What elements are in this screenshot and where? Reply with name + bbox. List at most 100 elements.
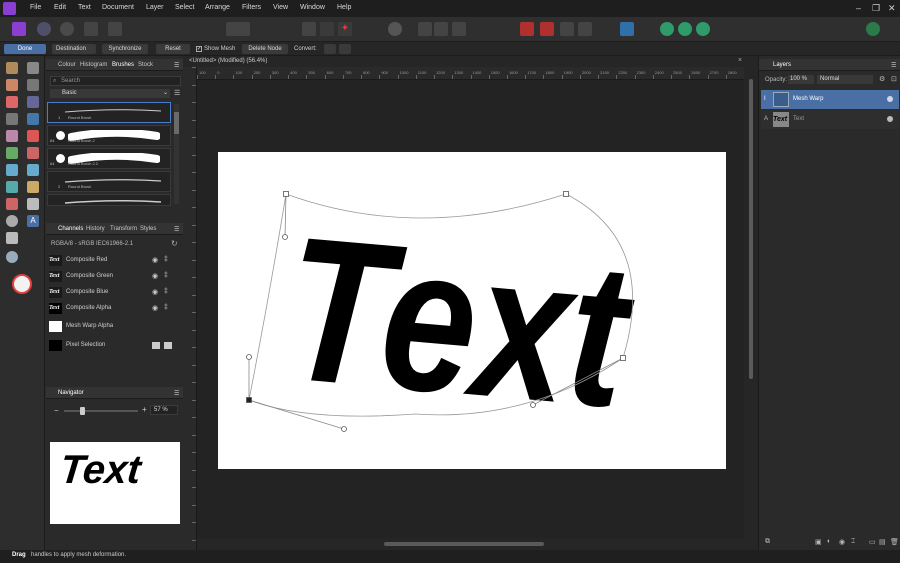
assistant-icon[interactable]: [388, 22, 402, 36]
mesh-handle[interactable]: [246, 354, 252, 360]
tab-histogram[interactable]: Histogram: [80, 62, 107, 68]
menu-window[interactable]: Window: [300, 4, 325, 11]
tab-history[interactable]: History: [86, 226, 105, 232]
panel-menu-icon[interactable]: ☰: [891, 62, 896, 69]
healing-brush-icon[interactable]: [6, 181, 18, 193]
brush-menu-icon[interactable]: ☰: [174, 89, 180, 97]
zoom-in-icon[interactable]: +: [142, 405, 147, 414]
delete-node-button[interactable]: Delete Node: [242, 44, 288, 54]
opacity-dropdown[interactable]: 100 %: [788, 75, 814, 84]
arrange-icon[interactable]: [560, 22, 574, 36]
channel-row[interactable]: Text Composite Blue ◉ ‡: [46, 285, 183, 301]
align-left-icon[interactable]: [418, 22, 432, 36]
mesh-node[interactable]: [563, 191, 569, 197]
eye-icon[interactable]: ◉: [152, 288, 158, 296]
panel-menu-icon[interactable]: ☰: [174, 62, 179, 69]
channel-row[interactable]: Mesh Warp Alpha: [46, 319, 183, 335]
menu-arrange[interactable]: Arrange: [205, 4, 230, 11]
layer-row-mesh-warp[interactable]: I Mesh Warp: [761, 90, 899, 109]
artwork-text[interactable]: Text: [277, 193, 642, 451]
marquee-tool-icon[interactable]: [6, 113, 18, 125]
gear-icon[interactable]: ⚙: [879, 75, 885, 83]
menu-select[interactable]: Select: [175, 4, 194, 11]
boolean-subtract-icon[interactable]: [678, 22, 692, 36]
synchronize-button[interactable]: Synchronize: [102, 44, 148, 54]
tab-styles[interactable]: Styles: [140, 226, 156, 232]
tab-brushes[interactable]: Brushes: [112, 62, 134, 68]
crop-tool-icon[interactable]: [27, 79, 39, 91]
node-tool-icon[interactable]: [27, 198, 39, 210]
destination-dropdown[interactable]: Destination: [52, 44, 96, 54]
selection-icon[interactable]: [152, 342, 160, 349]
show-mesh-checkbox[interactable]: ✓: [196, 46, 202, 52]
channel-options-icon[interactable]: ‡: [164, 288, 168, 295]
brushes-scrollbar[interactable]: [174, 104, 179, 204]
export-persona-icon[interactable]: [108, 22, 122, 36]
layer-visibility-icon[interactable]: [887, 116, 893, 122]
blend-mode-dropdown[interactable]: Normal: [817, 75, 873, 84]
paint-brush-icon[interactable]: [27, 130, 39, 142]
quick-mask-dropdown[interactable]: [226, 22, 250, 36]
minimize-icon[interactable]: –: [856, 3, 861, 13]
brush-item[interactable]: 64 Round Brush 2.2: [47, 148, 171, 169]
add-layer-icon[interactable]: ▤: [879, 538, 886, 546]
channel-options-icon[interactable]: ‡: [164, 256, 168, 263]
close-icon[interactable]: ✕: [888, 3, 896, 14]
menu-edit[interactable]: Edit: [54, 4, 66, 11]
menu-document[interactable]: Document: [102, 4, 134, 11]
mesh-handle[interactable]: [341, 426, 347, 432]
menu-view[interactable]: View: [273, 4, 288, 11]
eye-icon[interactable]: ◉: [152, 256, 158, 264]
channel-row[interactable]: Text Composite Green ◉ ‡: [46, 269, 183, 285]
transform-icon[interactable]: [302, 22, 316, 36]
selection-brush-icon[interactable]: [6, 96, 18, 108]
pen-tool-icon[interactable]: [6, 198, 18, 210]
erase-brush-icon[interactable]: [27, 147, 39, 159]
hand-tool-icon[interactable]: [6, 62, 18, 74]
menu-layer[interactable]: Layer: [146, 4, 164, 11]
horizontal-scroll-thumb[interactable]: [384, 542, 544, 546]
artboard[interactable]: Text: [218, 152, 726, 469]
zoom-slider[interactable]: [64, 407, 138, 415]
tab-layers[interactable]: Layers: [773, 62, 791, 68]
eye-icon[interactable]: ◉: [152, 304, 158, 312]
magnet-icon[interactable]: ✦: [338, 22, 352, 36]
zoom-out-icon[interactable]: −: [54, 406, 59, 415]
reset-button[interactable]: Reset: [156, 44, 190, 54]
zoom-tool-icon[interactable]: [6, 251, 18, 263]
menu-text[interactable]: Text: [78, 4, 91, 11]
group-icon[interactable]: ▭: [869, 538, 876, 546]
horizontal-scrollbar[interactable]: [197, 538, 744, 550]
flood-select-icon[interactable]: [27, 96, 39, 108]
layer-row-text[interactable]: A Text Text: [761, 110, 899, 129]
arrange-forward-icon[interactable]: [540, 22, 554, 36]
text-tool-icon[interactable]: A: [27, 215, 39, 227]
menu-file[interactable]: File: [30, 4, 41, 11]
channel-options-icon[interactable]: ‡: [164, 304, 168, 311]
eye-icon[interactable]: ◉: [152, 272, 158, 280]
channel-row[interactable]: Text Composite Alpha ◉ ‡: [46, 301, 183, 317]
selection-mask-icon[interactable]: [164, 342, 172, 349]
align-center-icon[interactable]: [434, 22, 448, 36]
adjustment-layer-icon[interactable]: ◐: [827, 538, 831, 545]
brush-item[interactable]: 1 Round Brush: [47, 102, 171, 123]
dodge-tool-icon[interactable]: [6, 147, 18, 159]
mesh-warp-tool-icon[interactable]: [6, 232, 18, 244]
channel-options-icon[interactable]: ‡: [164, 272, 168, 279]
brush-item[interactable]: 2 Round Brush: [47, 171, 171, 192]
vertical-scroll-thumb[interactable]: [749, 79, 753, 379]
tab-stock[interactable]: Stock: [138, 62, 153, 68]
mesh-handle[interactable]: [282, 234, 288, 240]
delete-layer-icon[interactable]: 🗑: [890, 538, 899, 546]
menu-filters[interactable]: Filters: [242, 4, 261, 11]
live-filter-icon[interactable]: ◉: [839, 538, 845, 546]
zoom-slider-handle[interactable]: [80, 407, 85, 415]
mesh-node[interactable]: [620, 355, 626, 361]
boolean-add-icon[interactable]: [660, 22, 674, 36]
channel-row[interactable]: Pixel Selection: [46, 338, 183, 354]
maximize-icon[interactable]: ❐: [872, 3, 880, 14]
brush-category-dropdown[interactable]: Basic ⌄: [50, 89, 170, 98]
move-tool-icon[interactable]: [27, 62, 39, 74]
user-account-icon[interactable]: [866, 22, 880, 36]
navigator-preview[interactable]: Text: [50, 442, 180, 524]
